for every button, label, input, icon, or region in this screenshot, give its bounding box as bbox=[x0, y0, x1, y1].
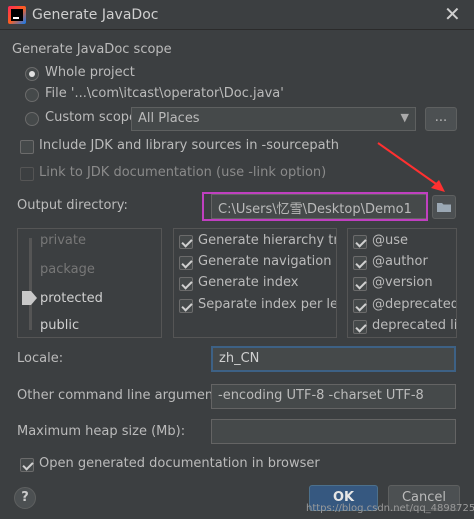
file-radio[interactable] bbox=[25, 88, 39, 102]
author-tag-checkbox[interactable] bbox=[353, 256, 367, 270]
link-jdk-label: Link to JDK documentation (use -link opt… bbox=[39, 165, 327, 180]
visibility-track bbox=[29, 238, 32, 330]
include-jdk-checkbox[interactable] bbox=[20, 140, 34, 154]
use-tag-label[interactable]: @use bbox=[372, 233, 408, 248]
locale-value: zh_CN bbox=[219, 351, 260, 366]
hierarchy-tree-checkbox[interactable] bbox=[179, 235, 193, 249]
heap-size-label: Maximum heap size (Mb): bbox=[17, 424, 186, 439]
custom-scope-value: All Places bbox=[138, 111, 200, 126]
tag-options-panel: @use @author @version @deprecated deprec… bbox=[347, 228, 457, 338]
other-args-label: Other command line arguments: bbox=[17, 388, 230, 403]
close-icon[interactable]: ✕ bbox=[444, 2, 461, 26]
visibility-slider-handle[interactable] bbox=[22, 291, 38, 305]
generate-index-label[interactable]: Generate index bbox=[198, 275, 298, 290]
annotation-arrow-icon bbox=[377, 142, 445, 192]
use-tag-checkbox[interactable] bbox=[353, 235, 367, 249]
visibility-panel bbox=[17, 228, 162, 338]
deprecated-list-checkbox[interactable] bbox=[353, 320, 367, 334]
link-jdk-checkbox[interactable] bbox=[20, 167, 34, 181]
locale-field[interactable]: zh_CN bbox=[211, 346, 456, 372]
chevron-down-icon: ▼ bbox=[400, 111, 409, 124]
other-args-field[interactable]: -encoding UTF-8 -charset UTF-8 bbox=[211, 384, 456, 409]
window-title: Generate JavaDoc bbox=[32, 7, 159, 23]
separate-index-label[interactable]: Separate index per letter bbox=[198, 297, 336, 312]
visibility-protected[interactable]: protected bbox=[40, 291, 103, 306]
heap-size-field[interactable] bbox=[211, 419, 456, 444]
navigation-bar-label[interactable]: Generate navigation bar bbox=[198, 254, 336, 269]
version-tag-checkbox[interactable] bbox=[353, 277, 367, 291]
custom-scope-label[interactable]: Custom scope bbox=[45, 110, 137, 125]
custom-scope-radio[interactable] bbox=[25, 112, 39, 126]
deprecated-list-label[interactable]: deprecated list bbox=[372, 318, 456, 333]
deprecated-tag-checkbox[interactable] bbox=[353, 299, 367, 313]
separate-index-checkbox[interactable] bbox=[179, 299, 193, 313]
generate-options-panel: Generate hierarchy tree Generate navigat… bbox=[173, 228, 337, 338]
version-tag-label[interactable]: @version bbox=[372, 275, 433, 290]
scope-heading: Generate JavaDoc scope bbox=[12, 42, 172, 57]
generate-index-checkbox[interactable] bbox=[179, 277, 193, 291]
open-in-browser-label[interactable]: Open generated documentation in browser bbox=[39, 456, 320, 471]
deprecated-tag-label[interactable]: @deprecated bbox=[372, 297, 456, 312]
navigation-bar-checkbox[interactable] bbox=[179, 256, 193, 270]
include-jdk-label[interactable]: Include JDK and library sources in -sour… bbox=[39, 138, 339, 153]
output-directory-label: Output directory: bbox=[17, 198, 128, 213]
scope-more-button[interactable]: ... bbox=[425, 107, 457, 131]
whole-project-label[interactable]: Whole project bbox=[45, 65, 135, 80]
visibility-package[interactable]: package bbox=[40, 262, 95, 277]
intellij-logo-icon bbox=[8, 6, 26, 24]
other-args-value: -encoding UTF-8 -charset UTF-8 bbox=[218, 388, 424, 403]
help-button[interactable]: ? bbox=[14, 487, 36, 509]
folder-icon bbox=[437, 203, 451, 212]
file-label[interactable]: File '...\com\itcast\operator\Doc.java' bbox=[45, 86, 284, 101]
whole-project-radio[interactable] bbox=[25, 67, 39, 81]
hierarchy-tree-label[interactable]: Generate hierarchy tree bbox=[198, 233, 336, 248]
custom-scope-dropdown[interactable]: All Places ▼ bbox=[131, 107, 416, 131]
visibility-public[interactable]: public bbox=[40, 318, 79, 333]
watermark-text: https://blog.csdn.net/qq_48987257 bbox=[306, 503, 474, 514]
visibility-private[interactable]: private bbox=[40, 233, 86, 248]
author-tag-label[interactable]: @author bbox=[372, 254, 428, 269]
locale-label: Locale: bbox=[17, 351, 64, 366]
open-in-browser-checkbox[interactable] bbox=[20, 458, 34, 472]
